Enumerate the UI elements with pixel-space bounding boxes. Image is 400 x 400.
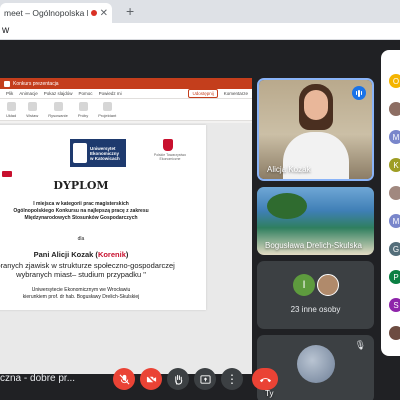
panel-avatar[interactable]: O [389,74,400,88]
presentation-title: Konkurs prezentacja [13,80,59,87]
presentation-ribbon: Układ Wstaw Rysowanie Próby Projektant [0,99,252,121]
meeting-name: czna - dobre pr... [0,373,76,384]
muted-mic-icon: 🎙 [354,340,366,350]
diploma-title: DYPLOM [53,179,109,192]
university-logo: Uniwersytet Ekonomiczny w Katowicach [70,139,126,167]
ribbon-button[interactable]: Próby [78,102,88,118]
recipient-name-main: Pani Alicji Kozak ( [33,250,98,259]
participant-name: Alicja Kozak [267,165,311,174]
address-bar[interactable]: w [0,23,400,40]
university-crest-icon [73,143,87,163]
participant-tile[interactable]: Bogusława Drelich-Skulska [257,187,374,255]
diploma-ribbon-icon [2,171,12,177]
university-logo-text: Uniwersytet Ekonomiczny w Katowicach [90,145,120,161]
other-participants-tile[interactable]: I 23 inne osoby [257,261,374,329]
recipient-maiden-name: Korenik [97,250,126,259]
participant-initial-avatar: I [293,274,315,296]
recipient-name-close: ) [125,250,129,259]
self-avatar [297,345,335,383]
self-tile[interactable]: 🎙 Ty [257,335,374,400]
menu-item[interactable]: Pokaz slajdów [44,91,73,96]
eagle-emblem-icon [163,139,173,151]
browser-tab-bar: meet – Ogólnopolska konf ✕ + [0,0,400,23]
meet-stage: Konkurs prezentacja Plik Animacje Pokaz … [0,40,400,400]
association-logo: Polskie Towarzystwo Ekonomiczne [142,139,198,167]
panel-avatar[interactable]: M [389,214,400,228]
supervisor-text: Uniwersytecie Ekonomicznym we Wrocławiu … [22,287,140,300]
draw-icon [53,102,63,111]
raise-hand-button[interactable] [167,368,189,390]
participant-photo-avatar [317,274,339,296]
menu-item[interactable]: Pomoc [79,91,93,96]
comments-button[interactable]: Komentarze [224,91,248,96]
recording-indicator-icon [90,10,97,16]
ribbon-button[interactable]: Wstaw [26,102,38,118]
recipient-name: Pani Alicji Kozak (Korenik) [0,250,206,259]
layout-icon [6,102,16,111]
panel-avatar[interactable]: G [389,242,400,256]
ribbon-button[interactable]: Projektant [98,102,116,118]
camera-toggle-button[interactable] [140,368,162,390]
participant-tile-speaking[interactable]: Alicja Kozak [257,78,374,181]
rehearse-icon [78,102,88,111]
panel-avatar[interactable] [389,102,400,116]
raise-hand-icon [174,374,182,385]
browser-tab[interactable]: meet – Ogólnopolska konf ✕ [0,3,112,23]
shared-screen: Konkurs prezentacja Plik Animacje Pokaz … [0,78,252,374]
ribbon-label: Próby [77,113,89,118]
more-options-icon: ⋮ [226,372,238,386]
ribbon-label: Wstaw [26,113,39,118]
presentation-titlebar: Konkurs prezentacja [0,78,252,89]
panel-avatar[interactable]: P [389,270,400,284]
panel-avatar[interactable] [389,186,400,200]
speaking-indicator-icon [352,86,366,100]
mic-off-icon [119,374,129,384]
more-options-button[interactable]: ⋮ [221,368,243,390]
slide: Uniwersytet Ekonomiczny w Katowicach Pol… [0,125,206,310]
menu-item[interactable]: Plik [6,91,13,96]
panel-avatar[interactable]: M [389,130,400,144]
presentation-menubar: Plik Animacje Pokaz slajdów Pomoc Powied… [0,89,252,99]
panel-avatar[interactable]: K [389,158,400,172]
slide-canvas: Uniwersytet Ekonomiczny w Katowicach Pol… [0,123,252,374]
new-tab-button[interactable]: + [126,4,134,18]
powerpoint-icon [4,80,10,87]
panel-avatar[interactable] [389,326,400,340]
mic-toggle-button[interactable] [113,368,135,390]
camera-off-icon [145,373,157,385]
present-icon [199,374,211,384]
self-name: Ty [265,389,274,398]
ribbon-label: Rysowanie [48,113,68,118]
people-panel: O M K M G P S [381,50,400,356]
share-button[interactable]: Udostępnij [188,89,218,98]
participant-name: Bogusława Drelich-Skulska [265,241,362,250]
other-participants-count: 23 inne osoby [290,305,341,314]
designer-icon [102,102,112,111]
award-text: I miejsca w kategorii prac magisterskich… [13,201,149,221]
tab-title: meet – Ogólnopolska konf [4,8,88,18]
present-button[interactable] [194,368,216,390]
menu-item[interactable]: Animacje [19,91,38,96]
thesis-title: wybranych zjawisk w strukturze społeczno… [0,261,175,279]
ribbon-label: Projektant [98,113,117,118]
for-label: dla [77,236,85,242]
ribbon-button[interactable]: Układ [6,102,16,118]
insert-icon [27,102,37,111]
ribbon-label: Układ [6,113,17,118]
address-text: w [2,25,10,36]
participant-face [304,90,328,120]
ribbon-button[interactable]: Rysowanie [48,102,68,118]
palm-tree-background [267,193,307,219]
close-tab-icon[interactable]: ✕ [100,8,108,19]
panel-avatar[interactable]: S [389,298,400,312]
tell-me-search[interactable]: Powiedz mi [99,91,122,96]
end-call-button[interactable] [252,368,278,390]
end-call-icon [259,377,271,382]
association-logo-text: Polskie Towarzystwo Ekonomiczne [153,153,187,161]
